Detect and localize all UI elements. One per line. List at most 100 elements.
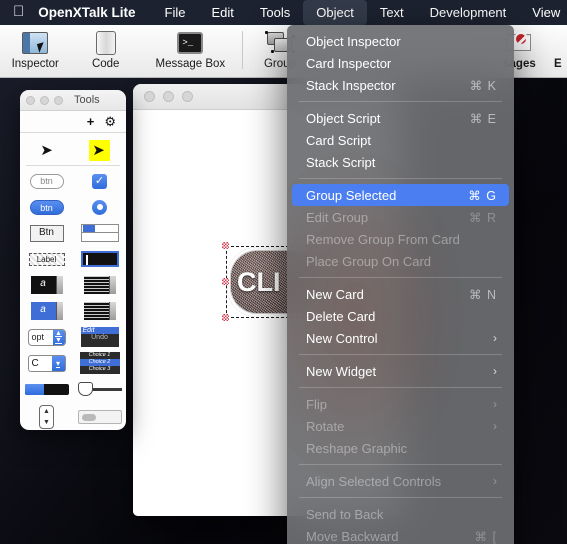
toolbar-item-code[interactable]: Code: [70, 25, 140, 78]
tools-palette-title: Tools: [74, 94, 100, 106]
resize-handle-middle-left[interactable]: [222, 278, 229, 285]
toolbar-item-partial[interactable]: E: [549, 25, 567, 78]
radio-glyph: [92, 199, 107, 215]
menu-separator: [299, 277, 502, 278]
menu-item-new-control[interactable]: New Control ›: [292, 327, 509, 349]
tab-panel-tool[interactable]: [73, 224, 126, 242]
menubar-item-development[interactable]: Development: [417, 0, 520, 25]
toolbar-divider: [241, 31, 243, 69]
menu-item-remove-group-from-card: Remove Group From Card: [292, 228, 509, 250]
menu-item-label: Delete Card: [306, 308, 376, 324]
combo-box-tool[interactable]: C ▾: [20, 354, 73, 372]
label-field-tool[interactable]: Label: [20, 252, 73, 266]
menubar-item-object[interactable]: Object: [303, 0, 367, 25]
menu-item-card-script[interactable]: Card Script: [292, 129, 509, 151]
chevron-right-icon: ›: [493, 419, 497, 433]
menubar-item-view[interactable]: View: [519, 0, 567, 25]
menu-item-shortcut: ⌘ K: [469, 78, 497, 93]
menu-separator: [299, 497, 502, 498]
close-button[interactable]: [144, 91, 155, 102]
progress-bar-tool[interactable]: [20, 383, 73, 395]
default-button-tool[interactable]: btn: [20, 199, 73, 215]
resize-handle-top-left[interactable]: [222, 242, 229, 249]
toolbar-label: Code: [91, 58, 120, 70]
menu-button-glyph: Edit Undo: [80, 327, 119, 347]
list-field-glyph: a: [30, 302, 63, 320]
app-name-label[interactable]: OpenXTalk Lite: [38, 5, 151, 20]
menu-item-object-script[interactable]: Object Script ⌘ E: [292, 107, 509, 129]
menu-item-label: Card Inspector: [306, 55, 392, 71]
scrollbar-tool[interactable]: [73, 410, 126, 424]
menu-item-stack-inspector[interactable]: Stack Inspector ⌘ K: [292, 74, 509, 96]
menu-item-align-selected-controls: Align Selected Controls ›: [292, 470, 509, 492]
gear-icon[interactable]: ⚙: [104, 114, 116, 130]
combo-value: C: [31, 357, 39, 369]
minimize-button[interactable]: [40, 95, 49, 105]
add-icon[interactable]: +: [87, 114, 95, 129]
toolbar-item-message-box[interactable]: >_ Message Box: [141, 25, 240, 78]
stepper-tool[interactable]: ▲ ▼: [20, 405, 73, 429]
list-field-tool[interactable]: a: [20, 302, 73, 320]
chevron-right-icon: ›: [493, 474, 497, 488]
menu-item-place-group-on-card: Place Group On Card: [292, 250, 509, 272]
menubar-item-text[interactable]: Text: [367, 0, 417, 25]
zoom-button[interactable]: [54, 95, 63, 105]
menu-item-new-widget[interactable]: New Widget ›: [292, 360, 509, 382]
tools-palette-titlebar[interactable]: Tools: [20, 90, 126, 111]
option-menu-tool[interactable]: opt ▲ ▼: [20, 328, 73, 346]
scrolling-field-tool[interactable]: a: [20, 276, 73, 294]
label-glyph: Label: [28, 252, 65, 266]
minimize-button[interactable]: [163, 91, 174, 102]
object-dropdown-menu[interactable]: Object Inspector Card Inspector Stack Insp…: [287, 25, 514, 544]
square-button-tool[interactable]: Btn: [20, 224, 73, 242]
menu-separator: [299, 354, 502, 355]
menu-separator: [299, 178, 502, 179]
table-field-tool[interactable]: [73, 276, 126, 294]
chevron-right-icon: ›: [493, 331, 497, 345]
pointer-tool[interactable]: ➤: [73, 139, 126, 161]
menu-item-delete-card[interactable]: Delete Card: [292, 305, 509, 327]
text-field-tool[interactable]: [73, 251, 126, 267]
menu-item-label: Remove Group From Card: [306, 231, 460, 247]
menu-item-object-inspector[interactable]: Object Inspector: [292, 30, 509, 52]
menu-item-label: New Widget: [306, 363, 377, 379]
menu-item-label: Card Script: [306, 132, 372, 148]
tools-palette: Tools + ⚙ ➤ ➤ btn ✓ btn Btn Label a a op…: [20, 90, 126, 430]
menu-item-label: New Control: [306, 330, 378, 346]
radio-button-tool[interactable]: [73, 199, 126, 215]
menu-item-new-card[interactable]: New Card ⌘ N: [292, 283, 509, 305]
menu-item-stack-script[interactable]: Stack Script: [292, 151, 509, 173]
rounded-button-tool[interactable]: btn: [20, 173, 73, 189]
data-grid-tool[interactable]: [73, 302, 126, 320]
stepper-glyph: ▲ ▼: [39, 405, 54, 429]
browse-tool[interactable]: ➤: [20, 141, 73, 159]
menu-item-shortcut: ⌘ E: [469, 111, 497, 126]
menu-item-label: Place Group On Card: [306, 253, 432, 269]
menu-item-shortcut: ⌘ N: [469, 287, 497, 302]
choice-2: Choice 2: [79, 359, 120, 366]
toolbar-item-inspector[interactable]: Inspector: [0, 25, 70, 78]
rounded-button-glyph: btn: [29, 173, 64, 189]
menubar-item-tools[interactable]: Tools: [247, 0, 303, 25]
menu-item-card-inspector[interactable]: Card Inspector: [292, 52, 509, 74]
slider-tool[interactable]: [73, 382, 126, 396]
menubar-item-file[interactable]: File: [152, 0, 199, 25]
menu-item-label: Edit Group: [306, 209, 369, 225]
choice-1: Choice 1: [88, 352, 111, 358]
menu-button-tool[interactable]: Edit Undo: [73, 327, 126, 347]
menu-item-label: Send to Back: [306, 506, 384, 522]
resize-handle-bottom-left[interactable]: [222, 314, 229, 321]
system-menubar:  OpenXTalk Lite File Edit Tools Object …: [0, 0, 567, 25]
square-button-glyph: Btn: [29, 224, 64, 242]
checkbox-tool[interactable]: ✓: [73, 173, 126, 189]
menubar-item-edit[interactable]: Edit: [198, 0, 246, 25]
data-grid-glyph: [83, 302, 116, 320]
close-button[interactable]: [26, 95, 35, 105]
tools-grid: ➤ ➤ btn ✓ btn Btn Label a a opt ▲ ▼ Edit…: [20, 133, 126, 430]
popup-menu-tool[interactable]: Choice 1 Choice 2 Choice 3: [73, 352, 126, 374]
zoom-button[interactable]: [182, 91, 193, 102]
apple-logo-icon[interactable]: : [0, 4, 38, 19]
menu-item-shortcut: ⌘ [: [474, 529, 497, 544]
chevron-right-icon: ›: [493, 397, 497, 411]
menu-item-group-selected[interactable]: Group Selected ⌘ G: [292, 184, 509, 206]
